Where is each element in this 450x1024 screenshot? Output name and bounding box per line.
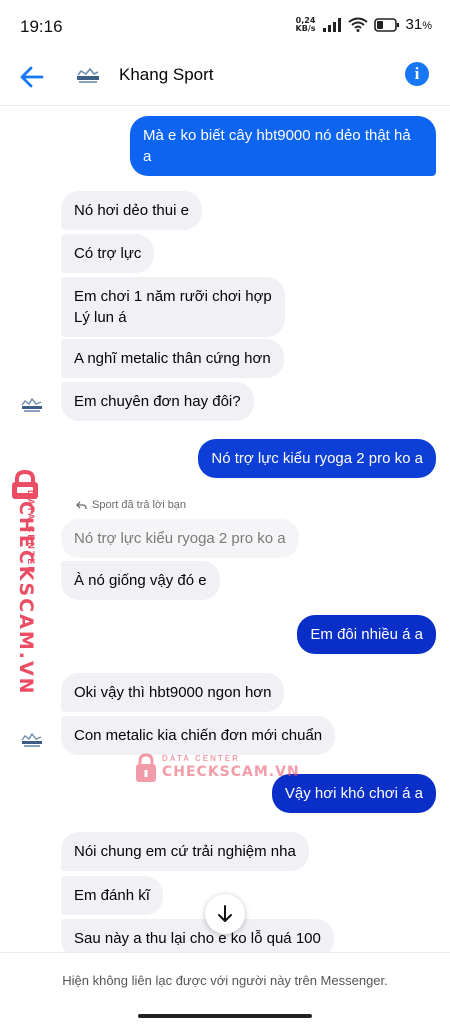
avatar[interactable] [19,394,45,420]
message-bubble[interactable]: Con metalic kia chiến đơn mới chuẩn [61,716,336,755]
message-bubble[interactable]: À nó giống vậy đó e [61,561,220,600]
lock-icon [136,753,156,782]
status-icons: 0,24 KB/s 31% [296,16,432,33]
watermark-side: DATA CENTER CHECKSCAM.VN [2,470,50,696]
battery-percent: 31% [405,16,432,33]
signal-icon [322,17,341,32]
message-text: Mà e ko biết cây hbt9000 nó dẻo thật hả [143,127,411,144]
chat-header: Khang Sport i [0,50,450,106]
composer-disabled-footer: Hiện không liên lạc được với người này t… [0,952,450,1024]
watermark-center: DATA CENTER CHECKSCAM.VN [134,752,299,786]
message-bubble[interactable]: Nói chung em cứ trải nghiệm nha [61,832,309,871]
message-bubble[interactable]: Em chuyên đơn hay đôi? [61,382,254,421]
message-bubble[interactable]: Có trợ lực [61,234,155,273]
message-text: a [143,148,152,165]
message-text: Lý lun á [74,309,127,326]
net-speed-unit: KB/s [295,23,316,33]
scroll-to-bottom-button[interactable] [205,894,245,934]
info-icon[interactable]: i [405,62,429,86]
status-time: 19:16 [20,17,63,36]
message-bubble[interactable]: Oki vậy thì hbt9000 ngon hơn [61,673,285,712]
message-bubble[interactable]: A nghĩ metalic thân cứng hơn [61,339,284,378]
message-bubble[interactable]: Mà e ko biết cây hbt9000 nó dẻo thật hả … [130,116,436,176]
message-bubble[interactable]: Em chơi 1 năm rưỡi chơi hợp Lý lun á [61,277,285,337]
watermark-side-main: CHECKSCAM.VN [15,501,37,696]
reply-indicator: Sport đã trả lời bạn [76,499,186,511]
message-bubble[interactable]: Nó hơi dẻo thui e [61,191,202,230]
home-indicator[interactable] [138,1014,312,1018]
status-bar: 19:16 0,24 KB/s 31% [0,0,450,50]
wifi-icon [347,17,368,32]
reply-icon [76,501,87,509]
watermark-center-main: CHECKSCAM.VN [162,764,300,780]
battery-icon [373,17,399,32]
reply-note-text: Sport đã trả lời bạn [92,499,187,511]
message-bubble[interactable]: Em đánh kĩ [61,876,163,915]
watermark-center-top: DATA CENTER [162,754,240,763]
unavailable-notice: Hiện không liên lạc được với người này t… [62,973,388,988]
arrow-down-icon [218,905,232,922]
contact-name[interactable]: Khang Sport [119,65,214,85]
avatar[interactable] [72,62,104,94]
net-speed: 0,24 KB/s [295,16,316,33]
avatar[interactable] [19,729,45,755]
message-text: Em chơi 1 năm rưỡi chơi hợp [74,288,272,305]
arrow-left-icon[interactable] [18,63,46,91]
message-bubble[interactable]: Nó trợ lực kiểu ryoga 2 pro ko a [198,439,436,478]
quoted-message[interactable]: Nó trợ lực kiểu ryoga 2 pro ko a [61,519,299,558]
lock-icon [12,470,38,499]
message-bubble[interactable]: Em đôi nhiều á a [297,615,436,654]
